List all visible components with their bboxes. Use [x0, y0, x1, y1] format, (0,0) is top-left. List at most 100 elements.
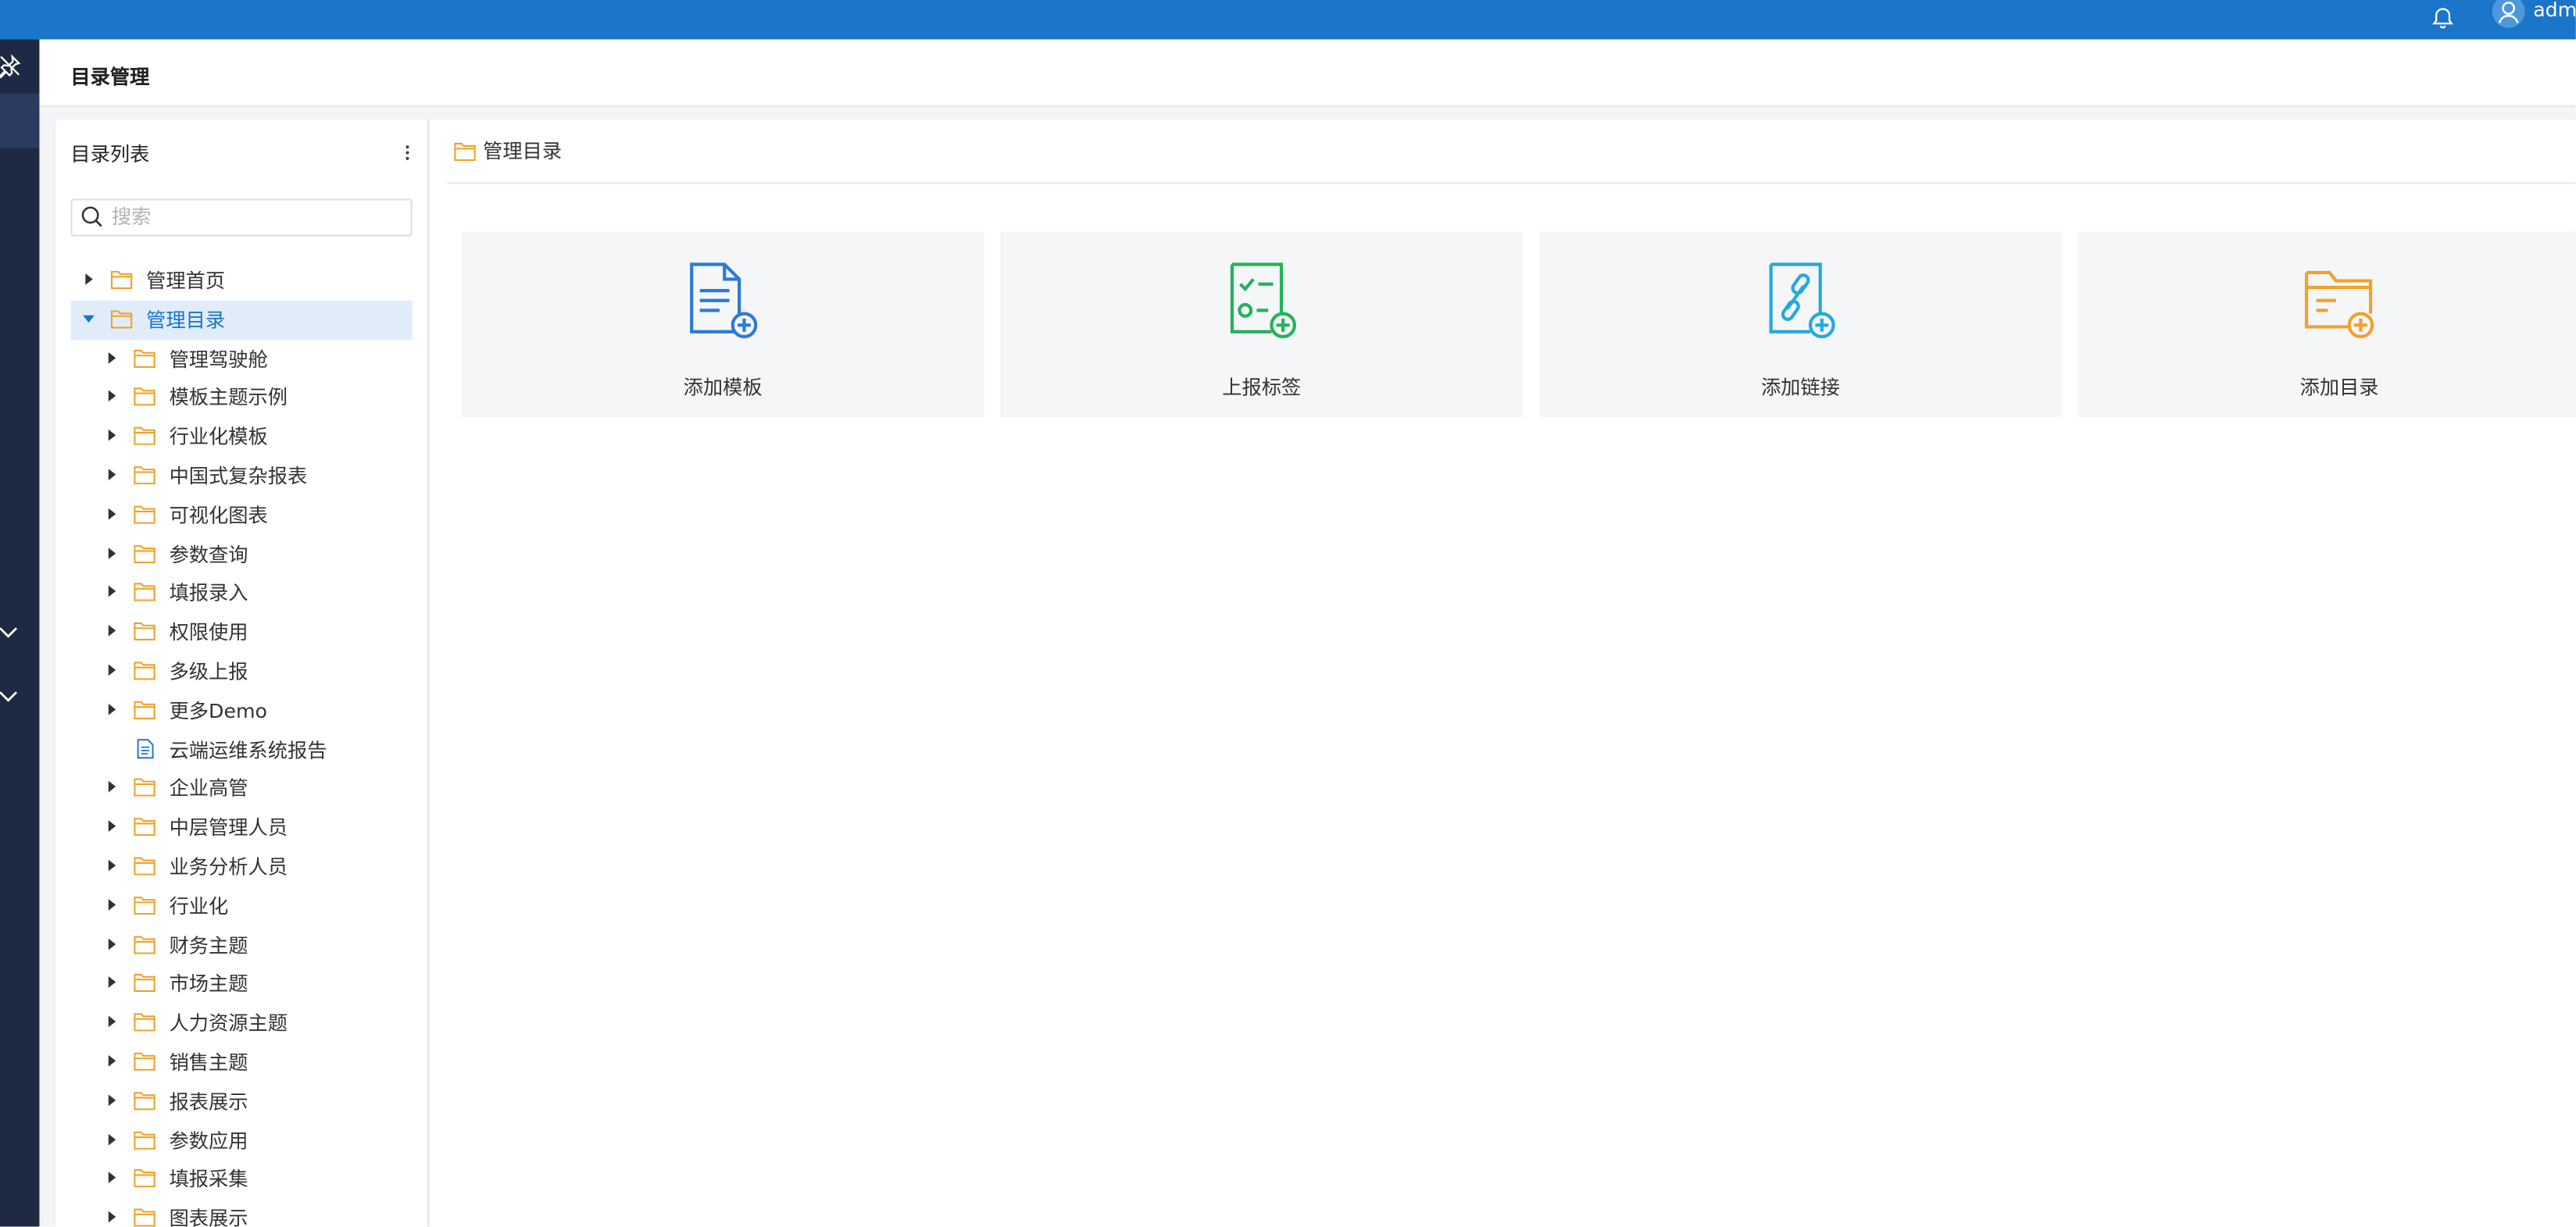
add-template-icon: [690, 262, 758, 339]
folder-icon: [110, 270, 133, 290]
folder-icon: [134, 544, 155, 563]
username[interactable]: admi: [2533, 0, 2576, 25]
tree-item[interactable]: 业务分析人员: [70, 847, 412, 886]
file-icon: [137, 738, 154, 758]
caret-right-icon[interactable]: [105, 937, 119, 951]
folder-icon: [134, 896, 155, 915]
tree-item[interactable]: 报表展示: [70, 1082, 412, 1121]
tree-panel-title: 目录列表: [70, 142, 150, 166]
folder-icon: [134, 779, 155, 797]
caret-right-icon[interactable]: [105, 351, 119, 364]
caret-right-icon[interactable]: [105, 1172, 119, 1185]
user-avatar[interactable]: [2492, 0, 2525, 28]
tree-item[interactable]: 管理首页: [70, 261, 412, 300]
folder-icon: [134, 1208, 155, 1227]
caret-right-icon[interactable]: [82, 273, 95, 286]
tree-item[interactable]: 管理驾驶舱: [70, 339, 412, 378]
folder-icon: [134, 662, 155, 680]
folder-icon: [134, 974, 155, 993]
tree-item-label: 财务主题: [169, 933, 248, 957]
tree-item-label: 模板主题示例: [169, 386, 288, 410]
search-box[interactable]: [70, 198, 413, 237]
search-icon: [81, 206, 102, 227]
tree-item[interactable]: 行业化: [70, 886, 412, 926]
directory-tree-panel: 目录列表 管理首页管理目录管理驾驶舱模板主题示例行业化模板中国式复杂报表可视化图…: [55, 119, 429, 1227]
caret-right-icon[interactable]: [105, 546, 119, 559]
tree-item-label: 行业化: [169, 894, 229, 918]
caret-right-icon[interactable]: [105, 702, 119, 715]
caret-right-icon[interactable]: [105, 1132, 119, 1146]
folder-icon: [134, 427, 155, 446]
tree-item-label: 权限使用: [169, 621, 248, 644]
caret-right-icon[interactable]: [105, 429, 119, 442]
add-link-icon: [1769, 262, 1835, 339]
add-template-card[interactable]: 添加模板: [461, 231, 984, 418]
folder-icon: [134, 935, 155, 954]
pin-icon[interactable]: [0, 52, 23, 79]
tree-item[interactable]: 可视化图表: [70, 496, 412, 535]
tree-item[interactable]: 市场主题: [70, 965, 412, 1004]
tree-item[interactable]: 填报采集: [70, 1160, 412, 1199]
caret-right-icon[interactable]: [105, 507, 119, 520]
tree-item[interactable]: 权限使用: [70, 613, 412, 652]
user-icon: [2498, 2, 2519, 23]
more-vertical-icon[interactable]: [402, 143, 413, 162]
caret-right-icon[interactable]: [105, 663, 119, 676]
tree-item-label: 管理驾驶舱: [169, 347, 268, 371]
caret-right-icon[interactable]: [105, 859, 119, 872]
tree-item-label: 销售主题: [169, 1050, 248, 1075]
caret-right-icon[interactable]: [105, 820, 119, 833]
nav-item-active[interactable]: [0, 93, 40, 148]
page-title: 目录管理: [70, 66, 150, 89]
caret-right-icon[interactable]: [105, 1211, 119, 1224]
search-input[interactable]: [111, 202, 399, 232]
chevron-down-icon[interactable]: [0, 685, 20, 708]
tree-item[interactable]: 多级上报: [70, 652, 412, 691]
tree-item[interactable]: 图表展示: [70, 1199, 412, 1227]
tree-item-label: 云端运维系统报告: [169, 738, 327, 762]
caret-right-icon[interactable]: [105, 1093, 119, 1107]
caret-down-icon[interactable]: [82, 312, 95, 325]
folder-icon: [134, 818, 155, 836]
tree-item-label: 图表展示: [169, 1207, 248, 1227]
caret-right-icon[interactable]: [105, 1054, 119, 1068]
bell-icon[interactable]: [2430, 5, 2456, 31]
tree-item-label: 多级上报: [169, 660, 248, 683]
tree-item[interactable]: 中层管理人员: [70, 808, 412, 847]
folder-icon: [134, 1130, 155, 1149]
caret-right-icon[interactable]: [105, 624, 119, 637]
caret-right-icon[interactable]: [105, 976, 119, 990]
add-folder-card[interactable]: 添加目录: [2078, 231, 2576, 418]
tree-item[interactable]: 管理目录: [70, 300, 413, 340]
caret-right-icon[interactable]: [105, 781, 119, 794]
tree-item-label: 企业高管: [169, 777, 248, 801]
tree-item[interactable]: 中国式复杂报表: [70, 457, 412, 496]
folder-icon: [454, 142, 476, 162]
tree-item[interactable]: 参数查询: [70, 535, 412, 574]
tree-item[interactable]: 行业化模板: [70, 417, 412, 456]
tree-item-label: 人力资源主题: [169, 1011, 288, 1036]
tree-item-label: 可视化图表: [169, 504, 268, 527]
caret-right-icon[interactable]: [105, 898, 119, 911]
tree-item[interactable]: 填报录入: [70, 574, 412, 613]
folder-icon: [110, 309, 133, 329]
tree-item[interactable]: 参数应用: [70, 1121, 412, 1160]
tree-item-label: 中层管理人员: [169, 816, 288, 840]
add-link-card[interactable]: 添加链接: [1539, 231, 2062, 418]
tree-item[interactable]: 人力资源主题: [70, 1004, 412, 1043]
tree-item[interactable]: 财务主题: [70, 926, 412, 965]
report-tag-card[interactable]: 上报标签: [1000, 231, 1524, 418]
tree-item[interactable]: 企业高管: [70, 769, 412, 808]
folder-icon: [134, 1013, 155, 1032]
tree-item-label: 报表展示: [169, 1090, 248, 1114]
caret-right-icon[interactable]: [105, 585, 119, 598]
caret-right-icon[interactable]: [105, 1015, 119, 1029]
caret-right-icon[interactable]: [105, 468, 119, 481]
caret-right-icon[interactable]: [105, 390, 119, 403]
tree-item[interactable]: 模板主题示例: [70, 378, 412, 417]
tree-item-label: 更多Demo: [169, 699, 268, 722]
tree-item[interactable]: 更多Demo: [70, 691, 412, 730]
tree-item[interactable]: 云端运维系统报告: [70, 730, 412, 769]
chevron-down-icon[interactable]: [0, 621, 20, 644]
tree-item[interactable]: 销售主题: [70, 1043, 412, 1082]
